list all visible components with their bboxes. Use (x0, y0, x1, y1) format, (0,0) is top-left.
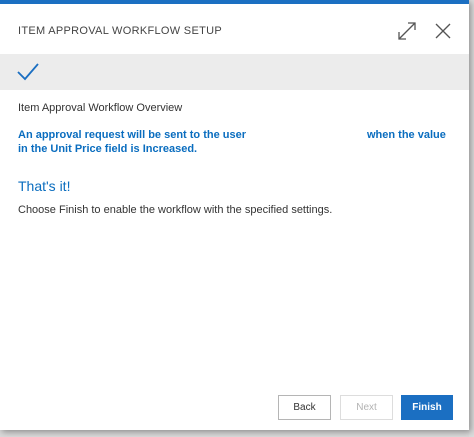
finish-instruction: Choose Finish to enable the workflow wit… (18, 204, 333, 216)
summary-text-part1: An approval request will be sent to the … (18, 129, 246, 141)
completion-band (0, 54, 469, 90)
workflow-setup-dialog: ITEM APPROVAL WORKFLOW SETUP Item Approv… (0, 0, 469, 430)
dialog-titlebar: ITEM APPROVAL WORKFLOW SETUP (0, 4, 469, 54)
expand-icon[interactable] (396, 20, 418, 42)
checkmark-icon (17, 62, 39, 82)
dialog-title: ITEM APPROVAL WORKFLOW SETUP (18, 25, 222, 37)
finish-button[interactable]: Finish (401, 395, 453, 420)
approval-request-summary: An approval request will be sent to the … (18, 128, 458, 158)
thats-it-heading: That's it! (18, 178, 71, 194)
dialog-content: Item Approval Workflow Overview An appro… (18, 102, 458, 216)
back-button[interactable]: Back (278, 395, 331, 420)
summary-text-part2: when the value (367, 129, 446, 141)
close-icon[interactable] (432, 20, 454, 42)
overview-heading: Item Approval Workflow Overview (18, 102, 183, 114)
next-button[interactable]: Next (340, 395, 393, 420)
summary-text-line2: in the Unit Price field is Increased. (18, 143, 198, 155)
background-panel-edge (469, 0, 474, 437)
